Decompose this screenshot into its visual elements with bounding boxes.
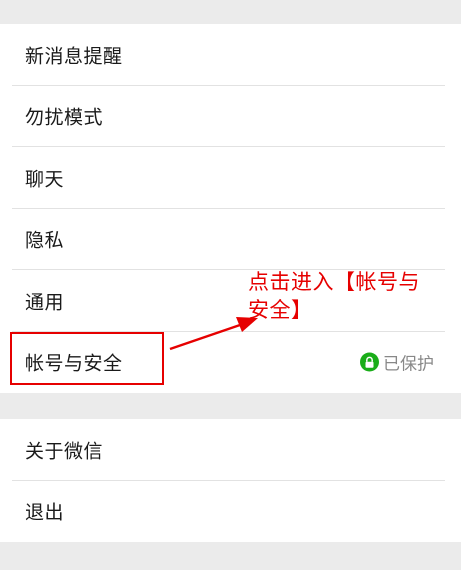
annotation-note: 点击进入【帐号与安全】 <box>248 270 420 322</box>
